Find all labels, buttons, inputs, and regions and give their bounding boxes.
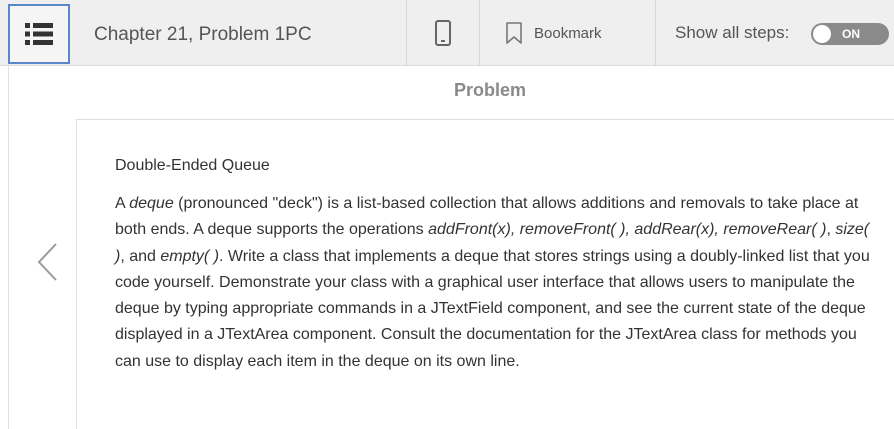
problem-title: Double-Ended Queue [115, 157, 270, 174]
top-toolbar: Chapter 21, Problem 1PC Bookmark Show al… [0, 0, 894, 66]
toggle-knob [813, 25, 831, 43]
bookmark-icon [506, 22, 522, 44]
menu-button[interactable] [8, 4, 70, 64]
mobile-view-button[interactable] [407, 0, 479, 66]
show-all-steps-toggle[interactable]: ON [811, 23, 889, 45]
bookmark-button[interactable]: Bookmark [480, 0, 655, 66]
toolbar-divider [655, 0, 656, 66]
show-all-steps-label: Show all steps: [675, 23, 790, 42]
chapter-title: Chapter 21, Problem 1PC [94, 24, 312, 45]
problem-text: A [115, 195, 130, 212]
problem-text: , and [120, 247, 161, 265]
mobile-phone-icon [435, 20, 451, 46]
bookmark-label: Bookmark [534, 24, 602, 42]
left-border [8, 66, 9, 429]
problem-text: . Write a class that implements a deque … [115, 247, 870, 370]
problem-term: deque [129, 195, 174, 212]
problem-statement: A deque (pronounced "deck") is a list-ba… [115, 191, 875, 375]
problem-text: , [826, 221, 836, 239]
toggle-state-label: ON [842, 27, 860, 41]
section-heading: Problem [453, 80, 527, 100]
list-menu-icon [25, 23, 53, 45]
problem-operation-empty: empty( ) [160, 247, 220, 265]
problem-operations: addFront(x), removeFront( ), addRear(x),… [428, 221, 827, 239]
chevron-left-icon[interactable] [36, 242, 60, 282]
